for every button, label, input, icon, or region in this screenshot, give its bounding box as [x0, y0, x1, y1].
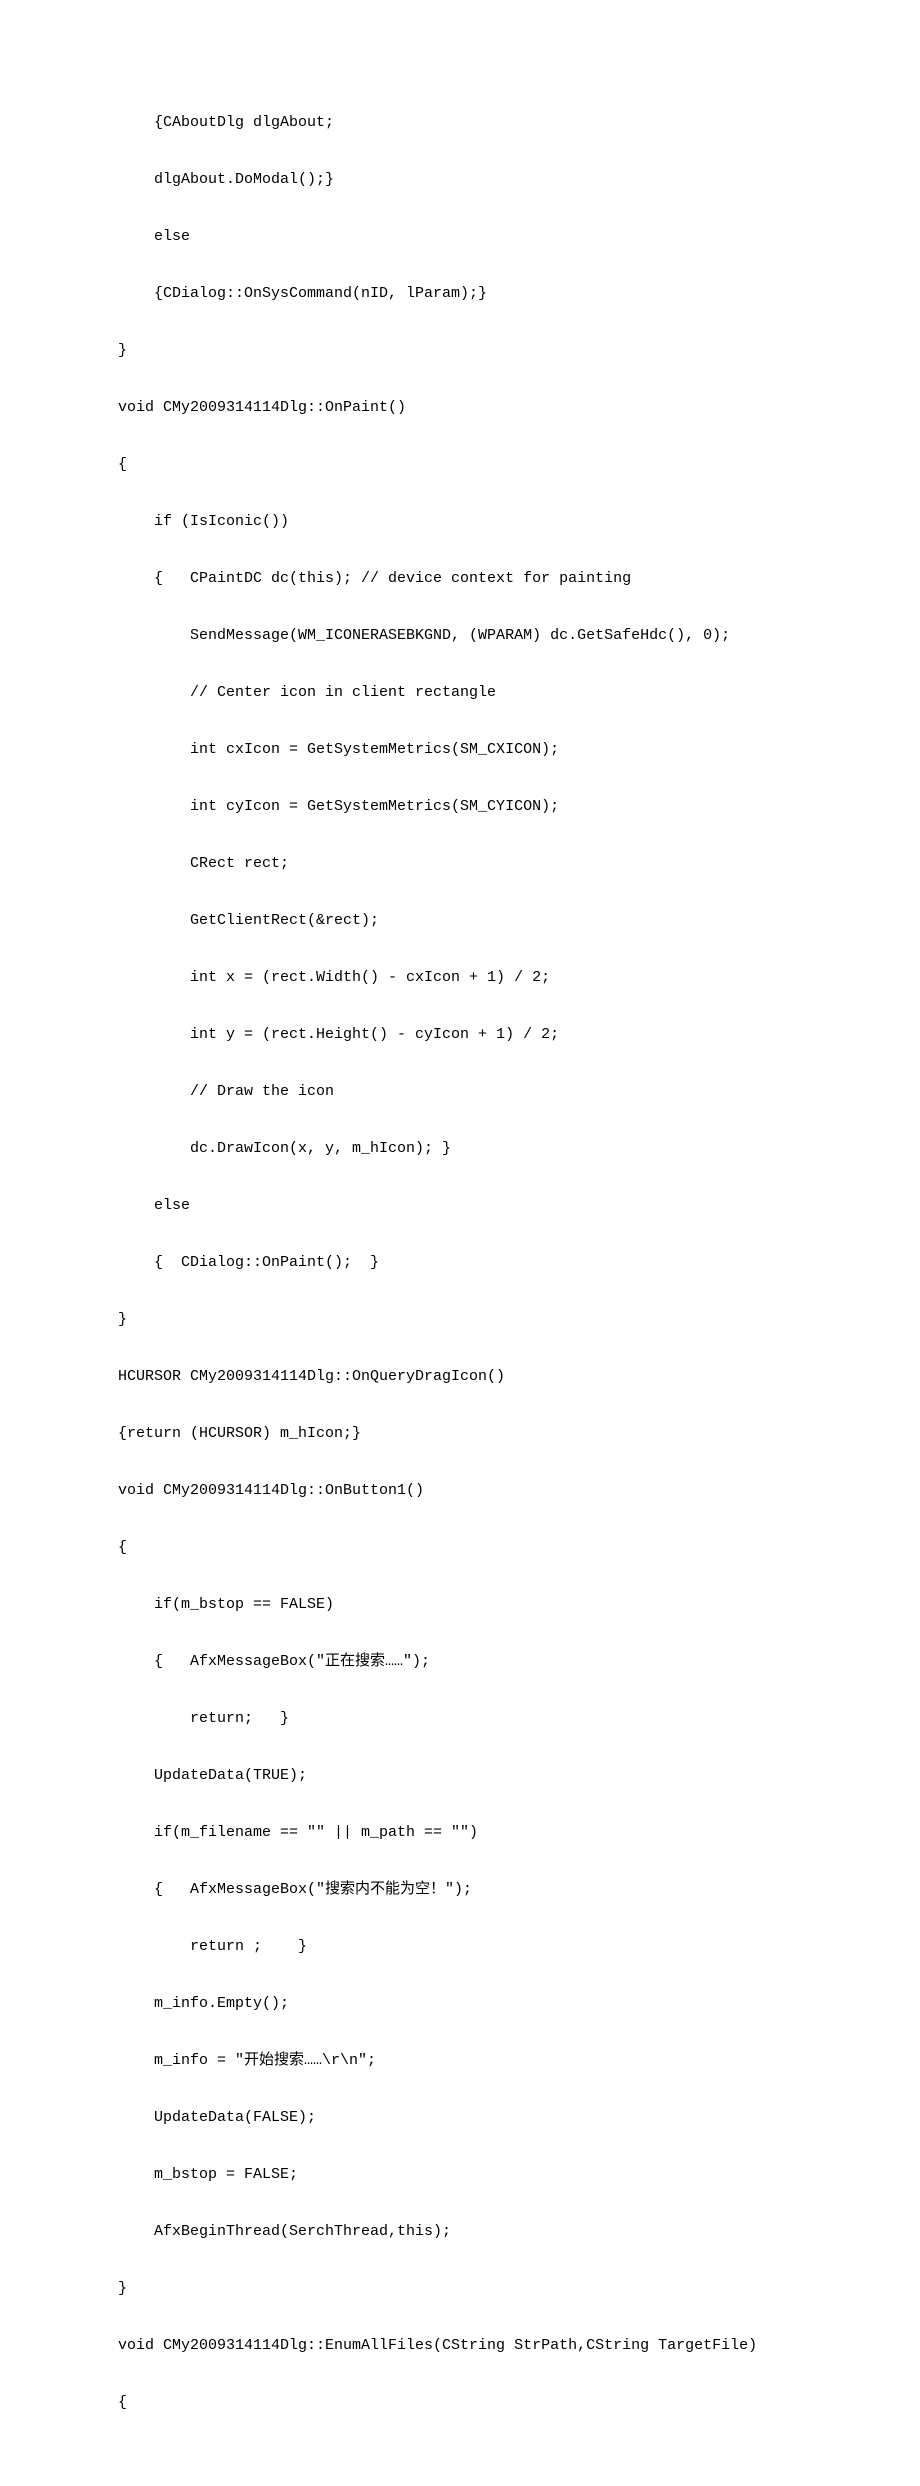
code-line: return; } — [118, 1705, 920, 1734]
code-line: int x = (rect.Width() - cxIcon + 1) / 2; — [118, 964, 920, 993]
code-line: int y = (rect.Height() - cyIcon + 1) / 2… — [118, 1021, 920, 1050]
code-line: AfxBeginThread(SerchThread,this); — [118, 2218, 920, 2247]
code-line: {CAboutDlg dlgAbout; — [118, 109, 920, 138]
code-line: { CPaintDC dc(this); // device context f… — [118, 565, 920, 594]
code-line: m_info = "开始搜索……\r\n"; — [118, 2047, 920, 2076]
code-line: } — [118, 2275, 920, 2304]
code-line: void CMy2009314114Dlg::OnButton1() — [118, 1477, 920, 1506]
code-line: { CDialog::OnPaint(); } — [118, 1249, 920, 1278]
code-line: if (IsIconic()) — [118, 508, 920, 537]
code-line: int cyIcon = GetSystemMetrics(SM_CYICON)… — [118, 793, 920, 822]
code-line: void CMy2009314114Dlg::EnumAllFiles(CStr… — [118, 2332, 920, 2361]
code-line: if(m_bstop == FALSE) — [118, 1591, 920, 1620]
code-line: m_info.Empty(); — [118, 1990, 920, 2019]
code-line: dlgAbout.DoModal();} — [118, 166, 920, 195]
code-line: HCURSOR CMy2009314114Dlg::OnQueryDragIco… — [118, 1363, 920, 1392]
code-line: int cxIcon = GetSystemMetrics(SM_CXICON)… — [118, 736, 920, 765]
code-line: UpdateData(TRUE); — [118, 1762, 920, 1791]
code-line: {return (HCURSOR) m_hIcon;} — [118, 1420, 920, 1449]
code-line: {CDialog::OnSysCommand(nID, lParam);} — [118, 280, 920, 309]
code-line: if(m_filename == "" || m_path == "") — [118, 1819, 920, 1848]
code-line: { — [118, 1534, 920, 1563]
code-line: SendMessage(WM_ICONERASEBKGND, (WPARAM) … — [118, 622, 920, 651]
code-line: dc.DrawIcon(x, y, m_hIcon); } — [118, 1135, 920, 1164]
code-line: { AfxMessageBox("搜索内不能为空！"); — [118, 1876, 920, 1905]
code-line: return ; } — [118, 1933, 920, 1962]
code-line: else — [118, 1192, 920, 1221]
code-line: CRect rect; — [118, 850, 920, 879]
code-line: { AfxMessageBox("正在搜索……"); — [118, 1648, 920, 1677]
code-line: else — [118, 223, 920, 252]
code-line: GetClientRect(&rect); — [118, 907, 920, 936]
code-line: { — [118, 451, 920, 480]
code-line: void CMy2009314114Dlg::OnPaint() — [118, 394, 920, 423]
code-line: // Draw the icon — [118, 1078, 920, 1107]
code-page: {CAboutDlg dlgAbout; dlgAbout.DoModal();… — [0, 0, 920, 2486]
code-line: // Center icon in client rectangle — [118, 679, 920, 708]
code-line: } — [118, 1306, 920, 1335]
code-line: m_bstop = FALSE; — [118, 2161, 920, 2190]
code-line: UpdateData(FALSE); — [118, 2104, 920, 2133]
code-line: } — [118, 337, 920, 366]
code-line: { — [118, 2389, 920, 2418]
